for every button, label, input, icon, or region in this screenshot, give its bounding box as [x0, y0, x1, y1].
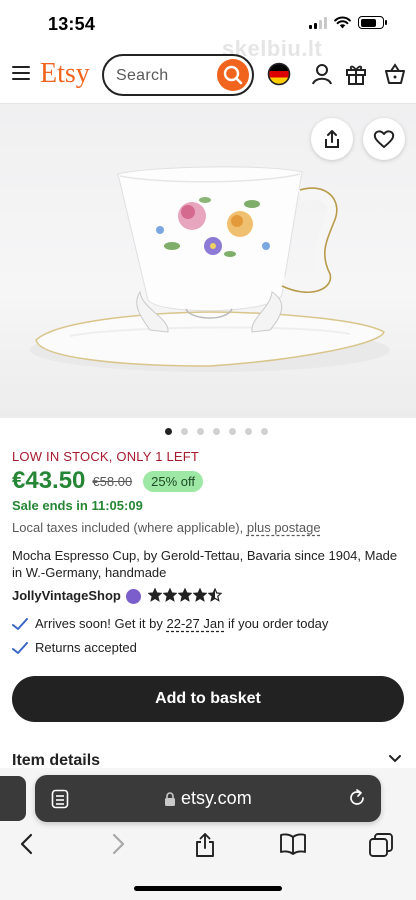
- search-placeholder: Search: [116, 67, 169, 84]
- germany-flag-icon[interactable]: [267, 62, 291, 86]
- returns-row: Returns accepted: [12, 640, 137, 655]
- carousel-dot[interactable]: [261, 428, 268, 435]
- taxes-text: Local taxes included (where applicable),: [12, 520, 247, 535]
- reload-icon[interactable]: [347, 788, 367, 808]
- arrival-row: Arrives soon! Get it by 22-27 Jan if you…: [12, 616, 328, 631]
- status-bar: 13:54 skelbiu.lt: [0, 0, 416, 61]
- sale-price: €43.50: [12, 467, 86, 494]
- menu-icon[interactable]: [12, 66, 30, 80]
- returns-text: Returns accepted: [35, 640, 137, 655]
- carousel-dot[interactable]: [165, 428, 172, 435]
- image-carousel-dots[interactable]: [165, 428, 268, 435]
- lock-icon: [165, 792, 175, 806]
- url-text: etsy.com: [181, 788, 252, 808]
- search-button[interactable]: [217, 59, 249, 91]
- status-time: 13:54: [48, 14, 96, 34]
- share-icon: [325, 130, 339, 148]
- tabs-icon[interactable]: [368, 832, 394, 858]
- browser-toolbar: etsy.com: [0, 768, 416, 900]
- arrival-text: Arrives soon! Get it by: [35, 616, 163, 631]
- search-icon: [223, 65, 243, 85]
- share-button[interactable]: [311, 118, 353, 160]
- carousel-dot[interactable]: [213, 428, 220, 435]
- carousel-dot[interactable]: [181, 428, 188, 435]
- stock-notice: LOW IN STOCK, ONLY 1 LEFT: [12, 449, 200, 464]
- check-icon: [12, 641, 28, 654]
- arrival-suffix: if you order today: [227, 616, 329, 631]
- sale-countdown: Sale ends in 11:05:09: [12, 498, 143, 513]
- star-icon: [177, 588, 192, 602]
- rating-stars[interactable]: [147, 588, 222, 602]
- shop-row: JollyVintageShop: [12, 586, 222, 604]
- discount-badge: 25% off: [143, 470, 204, 492]
- listing-title: Mocha Espresso Cup, by Gerold-Tettau, Ba…: [12, 548, 398, 580]
- carousel-dot[interactable]: [245, 428, 252, 435]
- taxes-note: Local taxes included (where applicable),…: [12, 520, 321, 535]
- search-input[interactable]: Search: [102, 54, 254, 96]
- star-icon: [162, 588, 177, 602]
- postage-link[interactable]: plus postage: [247, 520, 321, 535]
- shop-name-link[interactable]: JollyVintageShop: [12, 588, 121, 603]
- bookmarks-icon[interactable]: [279, 832, 307, 856]
- star-icon: [147, 588, 162, 602]
- heart-icon: [373, 130, 395, 148]
- previous-tab-preview[interactable]: [0, 776, 26, 821]
- product-image[interactable]: [0, 104, 416, 418]
- arrival-dates[interactable]: 22-27 Jan: [167, 616, 225, 631]
- back-icon[interactable]: [17, 832, 37, 856]
- forward-icon[interactable]: [108, 832, 128, 856]
- gift-icon[interactable]: [344, 62, 368, 86]
- espresso-cup-photo: [30, 166, 390, 372]
- reader-mode-icon[interactable]: [51, 789, 69, 809]
- account-icon[interactable]: [311, 62, 333, 86]
- favorite-button[interactable]: [363, 118, 405, 160]
- home-indicator: [134, 886, 282, 891]
- star-icon: [192, 588, 207, 602]
- star-icon: [207, 588, 222, 602]
- original-price: €58.00: [92, 473, 133, 489]
- etsy-logo[interactable]: Etsy: [40, 58, 90, 90]
- status-icons: [309, 16, 387, 29]
- price-row: €43.50 €58.00 25% off: [12, 466, 204, 496]
- check-icon: [12, 617, 28, 630]
- battery-icon: [358, 16, 387, 29]
- basket-icon[interactable]: [383, 62, 407, 86]
- star-seller-badge-icon: [125, 589, 141, 604]
- cellular-signal-icon: [309, 16, 327, 29]
- wifi-icon: [334, 16, 351, 29]
- share-icon[interactable]: [194, 832, 216, 858]
- carousel-dot[interactable]: [229, 428, 236, 435]
- chevron-down-icon[interactable]: [388, 754, 402, 764]
- carousel-dot[interactable]: [197, 428, 204, 435]
- add-to-basket-button[interactable]: Add to basket: [12, 676, 404, 722]
- address-bar[interactable]: etsy.com: [35, 775, 381, 822]
- etsy-header: Etsy Search: [0, 50, 416, 104]
